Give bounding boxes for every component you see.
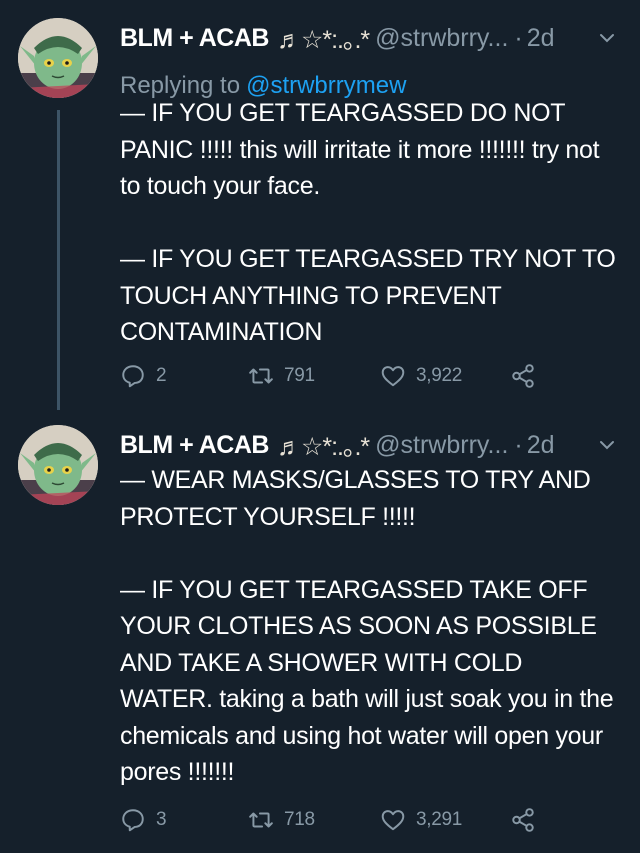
tweet-text: — WEAR MASKS/GLASSES TO TRY AND PROTECT …: [120, 466, 614, 786]
reply-count: 3: [156, 809, 167, 830]
retweet-icon: [249, 368, 273, 384]
separator-dot: ·: [514, 23, 523, 52]
retweet-button[interactable]: 718: [248, 807, 315, 833]
reply-count: 2: [156, 365, 167, 386]
handle[interactable]: @strwbrry...: [375, 431, 508, 460]
share-button[interactable]: [510, 807, 546, 833]
timestamp[interactable]: 2d: [527, 24, 555, 53]
handle[interactable]: @strwbrry...: [375, 24, 508, 53]
reply-icon: [122, 809, 144, 832]
tweet-actions: 3 718 3,291: [120, 807, 540, 837]
retweet-button[interactable]: 791: [248, 363, 315, 389]
retweet-count: 791: [284, 365, 315, 386]
tweet-actions: 2 791 3,922: [120, 363, 540, 393]
like-icon: [381, 810, 405, 831]
tweet-header: BLM + ACAB ♬☆*:.｡.* @strwbrry... · 2d: [120, 18, 625, 58]
like-count: 3,922: [416, 365, 463, 386]
timestamp[interactable]: 2d: [527, 431, 555, 460]
like-count: 3,291: [416, 809, 463, 830]
reply-icon: [122, 365, 144, 388]
name-decoration: ♬☆*:.｡.*: [276, 433, 370, 461]
name-decoration: ♬☆*:.｡.*: [276, 26, 370, 54]
tweet-2[interactable]: BLM + ACAB ♬☆*:.｡.* @strwbrry... · 2d — …: [0, 425, 640, 850]
reply-button[interactable]: 2: [120, 363, 167, 389]
tweet-text: — IF YOU GET TEARGASSED DO NOT PANIC !!!…: [120, 99, 616, 346]
like-button[interactable]: 3,291: [380, 807, 462, 833]
avatar[interactable]: [18, 18, 98, 98]
tweet-1[interactable]: BLM + ACAB ♬☆*:.｡.* @strwbrry... · 2d Re…: [0, 18, 640, 410]
chevron-down-icon[interactable]: [597, 28, 617, 48]
display-name[interactable]: BLM + ACAB: [120, 431, 269, 460]
retweet-icon: [249, 812, 273, 828]
like-button[interactable]: 3,922: [380, 363, 462, 389]
avatar[interactable]: [18, 425, 98, 505]
share-icon: [512, 364, 534, 388]
share-icon: [512, 808, 534, 832]
like-icon: [381, 366, 405, 387]
thread-line: [57, 110, 60, 410]
display-name[interactable]: BLM + ACAB: [120, 24, 269, 53]
retweet-count: 718: [284, 809, 315, 830]
reply-button[interactable]: 3: [120, 807, 167, 833]
tweet-header: BLM + ACAB ♬☆*:.｡.* @strwbrry... · 2d: [120, 425, 625, 465]
chevron-down-icon[interactable]: [597, 435, 617, 455]
share-button[interactable]: [510, 363, 546, 389]
separator-dot: ·: [514, 430, 523, 459]
